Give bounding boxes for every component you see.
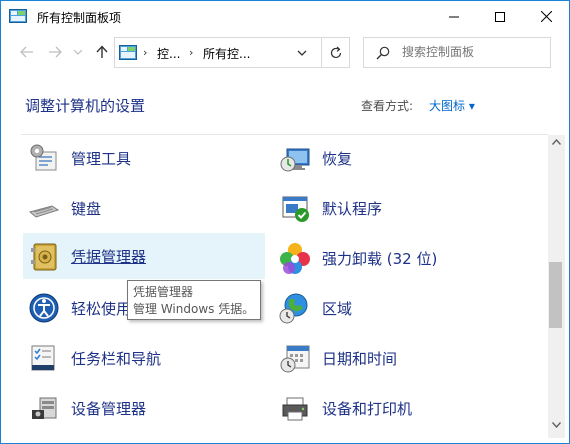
admin-tools-icon bbox=[30, 144, 57, 171]
item-credential-manager[interactable]: 凭据管理器 bbox=[23, 233, 265, 279]
default-programs-icon bbox=[282, 196, 309, 222]
item-label: 凭据管理器 bbox=[71, 248, 147, 266]
scroll-thumb[interactable] bbox=[549, 262, 562, 328]
breadcrumb-control-panel[interactable]: 控... bbox=[157, 45, 180, 62]
item-default-programs[interactable]: 默认程序 bbox=[274, 185, 516, 231]
address-bar[interactable]: › 控... › 所有控... bbox=[114, 37, 322, 68]
item-keyboard[interactable]: 键盘 bbox=[23, 185, 265, 231]
item-label: 设备管理器 bbox=[71, 400, 147, 418]
item-label: 强力卸载 (32 位) bbox=[322, 250, 438, 268]
item-label: 键盘 bbox=[71, 200, 102, 218]
breadcrumb-all-items[interactable]: 所有控... bbox=[203, 45, 250, 62]
tooltip-title: 凭据管理器 bbox=[133, 285, 194, 299]
page-title: 调整计算机的设置 bbox=[25, 97, 146, 115]
scroll-up-button[interactable] bbox=[548, 139, 565, 151]
tooltip: 凭据管理器 管理 Windows 凭据。 bbox=[127, 280, 261, 320]
tooltip-description: 管理 Windows 凭据。 bbox=[133, 302, 255, 316]
item-administrative-tools[interactable]: 管理工具 bbox=[23, 135, 265, 181]
title-bar[interactable]: 所有控制面板项 bbox=[1, 1, 569, 32]
search-input[interactable] bbox=[402, 45, 542, 59]
forward-arrow-icon bbox=[49, 46, 62, 58]
chevron-down-icon[interactable] bbox=[295, 47, 309, 59]
item-label: 设备和打印机 bbox=[322, 400, 413, 418]
close-icon bbox=[540, 11, 552, 22]
maximize-button[interactable] bbox=[477, 1, 523, 32]
search-icon bbox=[376, 46, 390, 60]
item-recovery[interactable]: 恢复 bbox=[274, 135, 516, 181]
date-time-icon bbox=[280, 345, 310, 373]
minimize-button[interactable] bbox=[431, 1, 477, 32]
up-button[interactable] bbox=[94, 44, 110, 60]
item-region[interactable]: 区域 bbox=[274, 285, 516, 331]
chevron-down-icon bbox=[552, 422, 561, 428]
item-devices-printers[interactable]: 设备和打印机 bbox=[274, 385, 516, 431]
item-device-manager[interactable]: 设备管理器 bbox=[23, 385, 265, 431]
chevron-down-icon bbox=[74, 49, 82, 55]
recent-locations-button[interactable] bbox=[73, 44, 83, 60]
window-title: 所有控制面板项 bbox=[37, 11, 122, 25]
control-panel-icon bbox=[9, 9, 27, 23]
up-arrow-icon bbox=[96, 45, 108, 58]
ease-of-access-icon bbox=[29, 293, 59, 323]
item-label: 恢复 bbox=[322, 150, 353, 168]
item-label: 轻松使用 bbox=[71, 300, 132, 318]
minimize-icon bbox=[449, 16, 459, 17]
control-panel-window: 所有控制面板项 › 控... › 所有控... 搜索控制面板 调整计算机的设置 … bbox=[0, 0, 570, 444]
navigation-bar: › 控... › 所有控... bbox=[1, 32, 569, 72]
view-by-dropdown[interactable]: 大图标 ▾ bbox=[429, 97, 475, 114]
device-manager-icon bbox=[32, 397, 57, 419]
back-arrow-icon bbox=[20, 46, 33, 58]
taskbar-icon bbox=[31, 345, 55, 371]
recovery-icon bbox=[280, 148, 310, 172]
back-button[interactable] bbox=[19, 44, 35, 60]
control-panel-icon bbox=[119, 45, 137, 60]
item-taskbar-navigation[interactable]: 任务栏和导航 bbox=[23, 335, 265, 381]
credential-manager-icon bbox=[31, 243, 57, 271]
close-button[interactable] bbox=[523, 1, 569, 32]
item-label: 默认程序 bbox=[322, 200, 383, 218]
refresh-icon bbox=[330, 46, 341, 58]
forward-button[interactable] bbox=[47, 44, 63, 60]
region-icon bbox=[279, 293, 308, 324]
vertical-scrollbar[interactable] bbox=[548, 135, 565, 438]
item-label: 区域 bbox=[322, 300, 353, 318]
search-box[interactable] bbox=[363, 37, 551, 68]
item-uninstaller[interactable]: 强力卸载 (32 位) bbox=[274, 235, 516, 281]
item-date-time[interactable]: 日期和时间 bbox=[274, 335, 516, 381]
devices-printers-icon bbox=[282, 397, 308, 421]
refresh-button[interactable] bbox=[322, 37, 350, 68]
uninstaller-icon bbox=[280, 243, 310, 274]
breadcrumb-separator[interactable]: › bbox=[143, 46, 147, 59]
view-by-label: 查看方式: bbox=[361, 99, 414, 113]
maximize-icon bbox=[495, 11, 505, 22]
chevron-up-icon bbox=[552, 139, 561, 145]
item-label: 日期和时间 bbox=[322, 350, 398, 368]
item-label: 任务栏和导航 bbox=[71, 350, 162, 368]
item-label: 管理工具 bbox=[71, 150, 132, 168]
keyboard-icon bbox=[28, 205, 60, 218]
scroll-down-button[interactable] bbox=[548, 422, 565, 434]
breadcrumb-separator[interactable]: › bbox=[189, 46, 193, 59]
